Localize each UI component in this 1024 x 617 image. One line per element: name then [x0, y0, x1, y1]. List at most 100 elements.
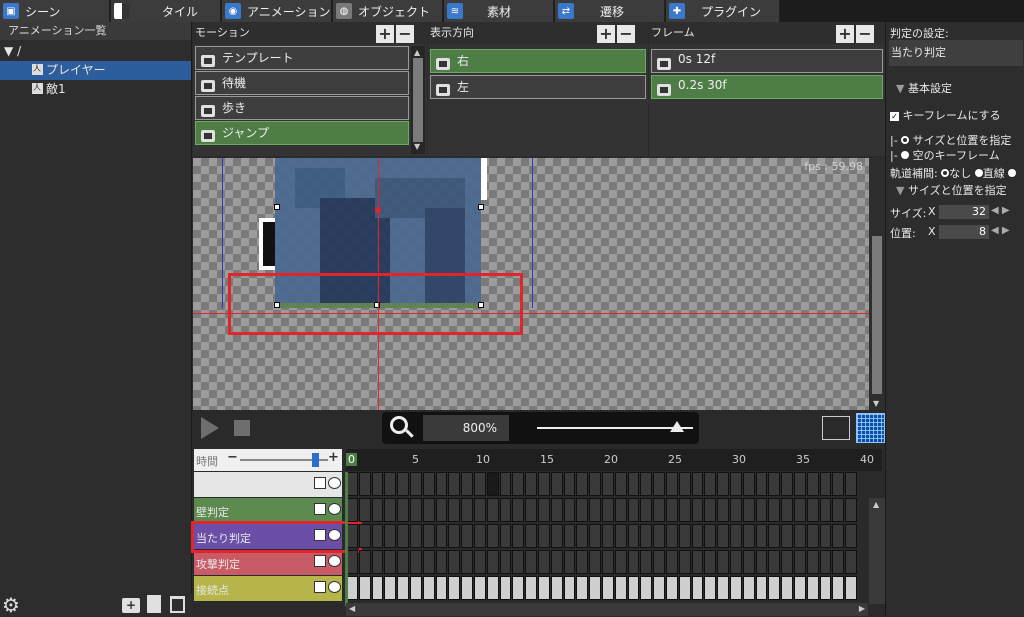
frame-cell[interactable] — [358, 498, 371, 522]
frame-cell[interactable] — [653, 550, 665, 574]
frame-cell[interactable] — [525, 550, 537, 574]
tree-item-player[interactable]: プレイヤー — [0, 59, 191, 80]
frame-cell[interactable] — [666, 498, 678, 522]
frame-cell[interactable] — [832, 550, 845, 574]
tab-animation[interactable]: ◉ アニメーション — [222, 0, 332, 22]
frame-cell[interactable] — [448, 550, 461, 574]
tab-transition[interactable]: ⇄ 遷移 — [555, 0, 665, 22]
frame-cell[interactable] — [640, 550, 653, 574]
track-row[interactable] — [194, 472, 342, 497]
frame-cell[interactable] — [448, 498, 461, 522]
frame-cell[interactable] — [550, 524, 563, 548]
frame-cell[interactable] — [538, 524, 550, 548]
preview-toggle-icon[interactable] — [822, 416, 850, 440]
frame-cell[interactable] — [755, 550, 768, 574]
add-frame-button[interactable]: + — [836, 25, 854, 43]
preview-canvas[interactable]: fps : 59.98 ▼ — [193, 158, 885, 410]
frame-cell[interactable] — [435, 498, 448, 522]
frame-cell[interactable] — [525, 472, 537, 496]
frame-cell[interactable] — [384, 550, 397, 574]
frame-cell[interactable] — [397, 524, 409, 548]
frame-cell[interactable] — [614, 576, 627, 600]
frame-cell[interactable] — [576, 498, 589, 522]
frame-cell[interactable] — [819, 524, 832, 548]
frame-cell[interactable] — [371, 524, 384, 548]
frame-cell[interactable] — [666, 472, 678, 496]
frame-cell[interactable] — [461, 524, 473, 548]
frame-cell[interactable] — [538, 472, 550, 496]
timeline-scrollbar[interactable]: ▲ — [869, 498, 885, 604]
motion-item[interactable]: 歩き — [195, 96, 409, 120]
frame-cell[interactable] — [422, 498, 435, 522]
add-motion-button[interactable]: + — [376, 25, 394, 43]
timeline-hscrollbar[interactable]: ◀ ▶ — [346, 603, 868, 616]
frame-cell[interactable] — [691, 550, 704, 574]
frame-cell[interactable] — [806, 550, 819, 574]
frame-cell[interactable] — [614, 524, 627, 548]
stop-icon[interactable] — [234, 420, 250, 436]
frame-cell[interactable] — [512, 576, 525, 600]
frame-cell[interactable] — [435, 524, 448, 548]
frame-cell[interactable] — [794, 550, 806, 574]
frame-cell[interactable] — [614, 472, 627, 496]
frame-grid[interactable] — [346, 472, 882, 606]
frame-cell[interactable] — [448, 524, 461, 548]
tab-object[interactable]: ◍ オブジェクト — [333, 0, 443, 22]
frame-cell[interactable] — [550, 576, 563, 600]
frame-cell[interactable] — [371, 576, 384, 600]
frame-cell[interactable] — [794, 472, 806, 496]
motion-item[interactable]: 待機 — [195, 71, 409, 95]
frame-cell[interactable] — [653, 472, 665, 496]
remove-motion-button[interactable]: − — [396, 25, 414, 43]
eye-icon[interactable] — [328, 503, 341, 515]
frame-cell[interactable] — [742, 472, 755, 496]
frame-cell[interactable] — [410, 576, 422, 600]
frame-cell[interactable] — [602, 550, 614, 574]
frame-cell[interactable] — [781, 576, 793, 600]
time-scale-knob[interactable] — [311, 453, 319, 467]
frame-cell[interactable] — [550, 498, 563, 522]
frame-cell[interactable] — [474, 472, 486, 496]
frame-cell[interactable] — [755, 524, 768, 548]
tab-scene[interactable]: ▣ シーン — [0, 0, 110, 22]
frame-cell[interactable] — [499, 472, 512, 496]
frame-cell[interactable] — [486, 576, 499, 600]
frame-cell[interactable] — [435, 576, 448, 600]
tree-item-enemy1[interactable]: 敵1 — [0, 78, 191, 99]
frame-cell[interactable] — [627, 472, 640, 496]
frame-cell[interactable] — [691, 524, 704, 548]
frame-cell[interactable] — [730, 498, 742, 522]
frame-cell[interactable] — [691, 576, 704, 600]
frame-cell[interactable] — [461, 498, 473, 522]
section-size-position[interactable]: ▼ サイズと位置を指定 — [896, 182, 1007, 198]
frame-cell[interactable] — [781, 524, 793, 548]
frame-cell[interactable] — [666, 576, 678, 600]
frame-cell[interactable] — [589, 472, 601, 496]
frame-cell[interactable] — [794, 498, 806, 522]
track-row-wall[interactable]: 壁判定 — [194, 498, 342, 523]
scroll-right-icon[interactable]: ▶ — [859, 604, 865, 613]
frame-cell[interactable] — [499, 550, 512, 574]
frame-ruler[interactable]: 0 5 10 15 20 25 30 35 40 — [346, 449, 882, 471]
frame-cell[interactable] — [589, 550, 601, 574]
frame-cell[interactable] — [755, 498, 768, 522]
frame-cell[interactable] — [563, 498, 576, 522]
frame-cell[interactable] — [845, 498, 857, 522]
frame-cell[interactable] — [474, 576, 486, 600]
frame-cell[interactable] — [781, 472, 793, 496]
playhead[interactable] — [345, 472, 348, 606]
frame-cell[interactable] — [653, 498, 665, 522]
tab-material[interactable]: ≋ 素材 — [444, 0, 554, 22]
frame-cell[interactable] — [742, 498, 755, 522]
track-row-attack[interactable]: 攻撃判定 — [194, 550, 342, 575]
frame-cell[interactable] — [781, 498, 793, 522]
frame-cell[interactable] — [397, 498, 409, 522]
frame-cell[interactable] — [845, 472, 857, 496]
frame-cell[interactable] — [845, 576, 857, 600]
frame-cell[interactable] — [653, 576, 665, 600]
frame-cell[interactable] — [653, 524, 665, 548]
frame-cell[interactable] — [563, 472, 576, 496]
frame-cell[interactable] — [640, 498, 653, 522]
resize-handle[interactable] — [274, 204, 280, 210]
direction-item-selected[interactable]: 右 — [430, 49, 646, 73]
